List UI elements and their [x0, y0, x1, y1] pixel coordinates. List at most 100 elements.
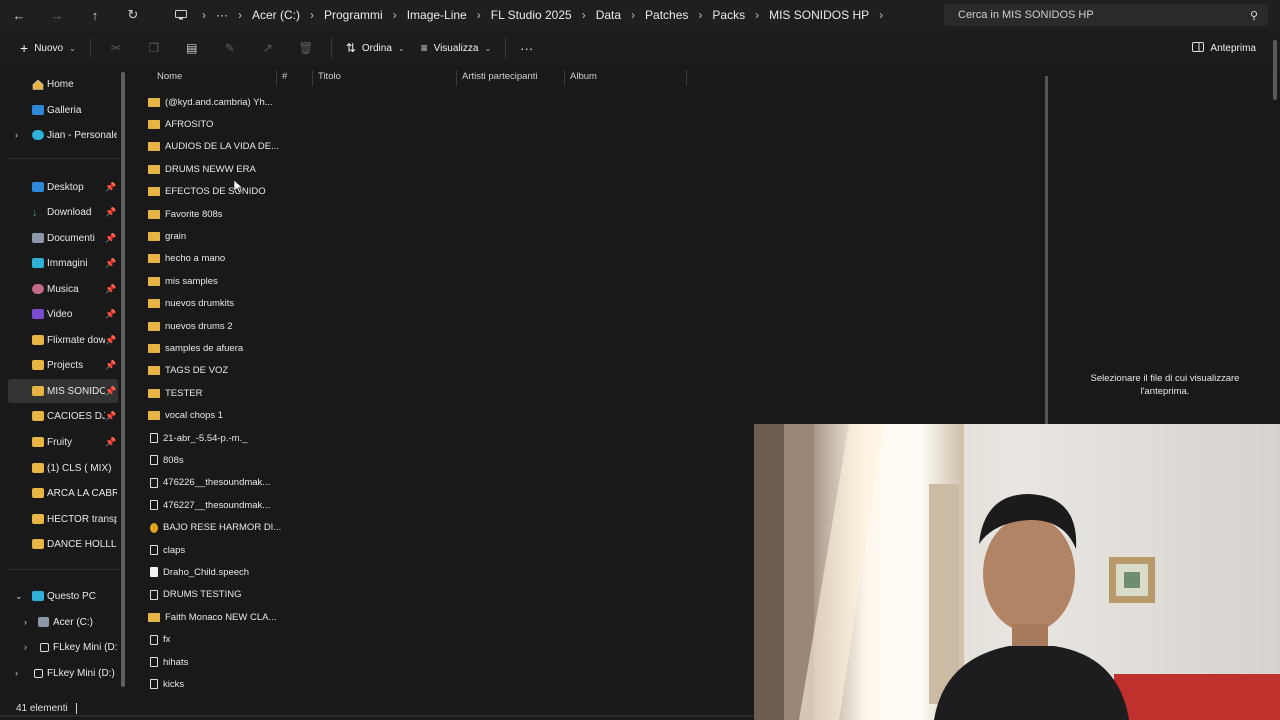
sidebar-item-cacioes[interactable]: CACIOES DJ 📌 — [0, 404, 118, 428]
column-divider[interactable] — [686, 70, 687, 86]
folder-row[interactable]: (@kyd.and.cambria) Yh... — [142, 92, 282, 112]
column-divider[interactable] — [564, 70, 565, 86]
sort-button[interactable]: ⇅ Ordina ⌄ — [338, 34, 413, 62]
more-options-button[interactable]: ··· — [512, 34, 541, 62]
sidebar-item-dance[interactable]: DANCE HOLLL — [0, 532, 118, 556]
chevron-right-icon[interactable]: › — [24, 642, 27, 652]
back-arrow-icon[interactable]: ← — [0, 0, 38, 30]
sidebar-item-arca[interactable]: ARCA LA CABRA — [0, 481, 118, 505]
sidebar-item-flkey-2[interactable]: › FLkey Mini (D:) — [0, 661, 118, 685]
column-header-album[interactable]: Album — [570, 71, 597, 82]
folder-row[interactable]: Faith Monaco NEW CLA... — [142, 607, 282, 627]
sidebar-item-projects[interactable]: Projects 📌 — [0, 353, 118, 377]
file-row[interactable]: 476227__thesoundmak... — [142, 495, 282, 515]
folder-row[interactable]: samples de afuera — [142, 338, 282, 358]
breadcrumb-item[interactable]: Patches — [637, 8, 696, 22]
column-header-name[interactable]: Nome — [157, 71, 182, 82]
sidebar-item-mis-sonidos[interactable]: MIS SONIDOS 📌 — [8, 379, 118, 403]
preview-button[interactable]: Anteprima — [1192, 34, 1256, 62]
sidebar-item-this-pc[interactable]: ⌄ Questo PC — [0, 584, 118, 608]
chevron-right-icon[interactable]: › — [877, 8, 885, 22]
sidebar-item-download[interactable]: ↓ Download 📌 — [0, 200, 118, 224]
new-button[interactable]: + Nuovo ⌄ — [12, 34, 84, 62]
file-row[interactable]: 476226__thesoundmak... — [142, 473, 282, 493]
sidebar-item-cls-mix[interactable]: (1) CLS ( MIX) — [0, 456, 118, 480]
folder-row[interactable]: Favorite 808s — [142, 204, 282, 224]
column-divider[interactable] — [456, 70, 457, 86]
breadcrumb-item[interactable]: FL Studio 2025 — [483, 8, 580, 22]
breadcrumb-item[interactable]: Packs — [704, 8, 753, 22]
sidebar-item-hector[interactable]: HECTOR transpla — [0, 507, 118, 531]
paste-icon[interactable]: ▤ — [173, 34, 211, 62]
file-row[interactable]: Draho_Child.speech — [142, 562, 282, 582]
column-header-number[interactable]: # — [282, 71, 287, 82]
sidebar-item-onedrive[interactable]: › Jian - Personale — [0, 123, 118, 147]
file-name: mis samples — [165, 275, 218, 287]
file-row[interactable]: BAJO RESE HARMOR DI... — [142, 518, 282, 538]
sidebar-item-pictures[interactable]: Immagini 📌 — [0, 251, 118, 275]
folder-row[interactable]: grain — [142, 226, 282, 246]
sidebar-item-flkey-1[interactable]: › FLkey Mini (D:) — [0, 635, 118, 659]
sidebar-item-music[interactable]: Musica 📌 — [0, 277, 118, 301]
divider — [330, 38, 332, 58]
rename-icon[interactable]: ✎ — [211, 34, 249, 62]
sidebar-item-fruity[interactable]: Fruity 📌 — [0, 430, 118, 454]
breadcrumb-item[interactable]: Programmi — [316, 8, 391, 22]
monitor-icon[interactable] — [162, 10, 200, 20]
chevron-down-icon: ⌄ — [69, 43, 76, 53]
file-row[interactable]: 21-abr_-5.54-p.-m._ — [142, 428, 282, 448]
delete-icon[interactable]: 🗑 — [287, 34, 325, 62]
breadcrumb-item[interactable]: MIS SONIDOS HP — [761, 8, 877, 22]
folder-row[interactable]: AUDIOS DE LA VIDA DE... — [142, 137, 282, 157]
sidebar-item-flixmate[interactable]: Flixmate dow 📌 — [0, 328, 118, 352]
folder-row[interactable]: TESTER — [142, 383, 282, 403]
folder-row[interactable]: EFECTOS DE SONIDO — [142, 182, 282, 202]
breadcrumb-item[interactable]: Acer (C:) — [244, 8, 308, 22]
up-arrow-icon[interactable]: ↑ — [76, 0, 114, 30]
folder-icon — [148, 119, 160, 129]
chevron-down-icon[interactable]: ⌄ — [15, 591, 23, 602]
view-button[interactable]: ≡ Visualizza ⌄ — [413, 34, 500, 62]
folder-row[interactable]: hecho a mano — [142, 249, 282, 269]
chevron-right-icon[interactable]: › — [15, 668, 18, 678]
folder-row[interactable]: AFROSITO — [142, 114, 282, 134]
sidebar-scrollbar[interactable] — [121, 72, 125, 687]
breadcrumb-item[interactable]: Data — [588, 8, 629, 22]
search-input[interactable]: Cerca in MIS SONIDOS HP ⚲ — [944, 4, 1268, 26]
search-icon[interactable]: ⚲ — [1250, 9, 1258, 22]
forward-arrow-icon[interactable]: → — [38, 0, 76, 30]
sidebar-item-documents[interactable]: Documenti 📌 — [0, 226, 118, 250]
file-row[interactable]: claps — [142, 540, 282, 560]
window-scrollbar[interactable] — [1273, 40, 1277, 100]
file-row[interactable]: kicks — [142, 674, 282, 694]
folder-row[interactable]: nuevos drums 2 — [142, 316, 282, 336]
folder-row[interactable]: nuevos drumkits — [142, 294, 282, 314]
file-row[interactable]: fx — [142, 630, 282, 650]
file-row[interactable]: hihats — [142, 652, 282, 672]
column-header-title[interactable]: Titolo — [318, 71, 341, 82]
folder-row[interactable]: TAGS DE VOZ — [142, 361, 282, 381]
sidebar-item-video[interactable]: Video 📌 — [0, 302, 118, 326]
file-row[interactable]: DRUMS TESTING — [142, 585, 282, 605]
column-header-artists[interactable]: Artisti partecipanti — [462, 71, 538, 82]
folder-row[interactable]: vocal chops 1 — [142, 406, 282, 426]
file-list-scrollbar[interactable] — [1045, 76, 1048, 426]
refresh-icon[interactable]: ↻ — [114, 0, 152, 30]
sidebar-item-desktop[interactable]: Desktop 📌 — [0, 175, 118, 199]
folder-icon — [148, 366, 160, 376]
copy-icon[interactable]: ❐ — [135, 34, 173, 62]
folder-row[interactable]: DRUMS NEWW ERA — [142, 159, 282, 179]
sidebar-item-drive-c[interactable]: › Acer (C:) — [0, 610, 118, 634]
sidebar-item-home[interactable]: Home — [0, 72, 118, 96]
share-icon[interactable]: ↗ — [249, 34, 287, 62]
file-row[interactable]: 808s — [142, 450, 282, 470]
column-divider[interactable] — [312, 70, 313, 86]
folder-row[interactable]: mis samples — [142, 271, 282, 291]
column-divider[interactable] — [276, 70, 277, 86]
breadcrumb-item[interactable]: Image-Line — [399, 8, 475, 22]
cut-icon[interactable]: ✂ — [97, 34, 135, 62]
sidebar-item-gallery[interactable]: Galleria — [0, 98, 118, 122]
breadcrumb-more[interactable]: ··· — [208, 8, 236, 22]
chevron-right-icon[interactable]: › — [15, 130, 18, 140]
chevron-right-icon[interactable]: › — [24, 617, 27, 627]
